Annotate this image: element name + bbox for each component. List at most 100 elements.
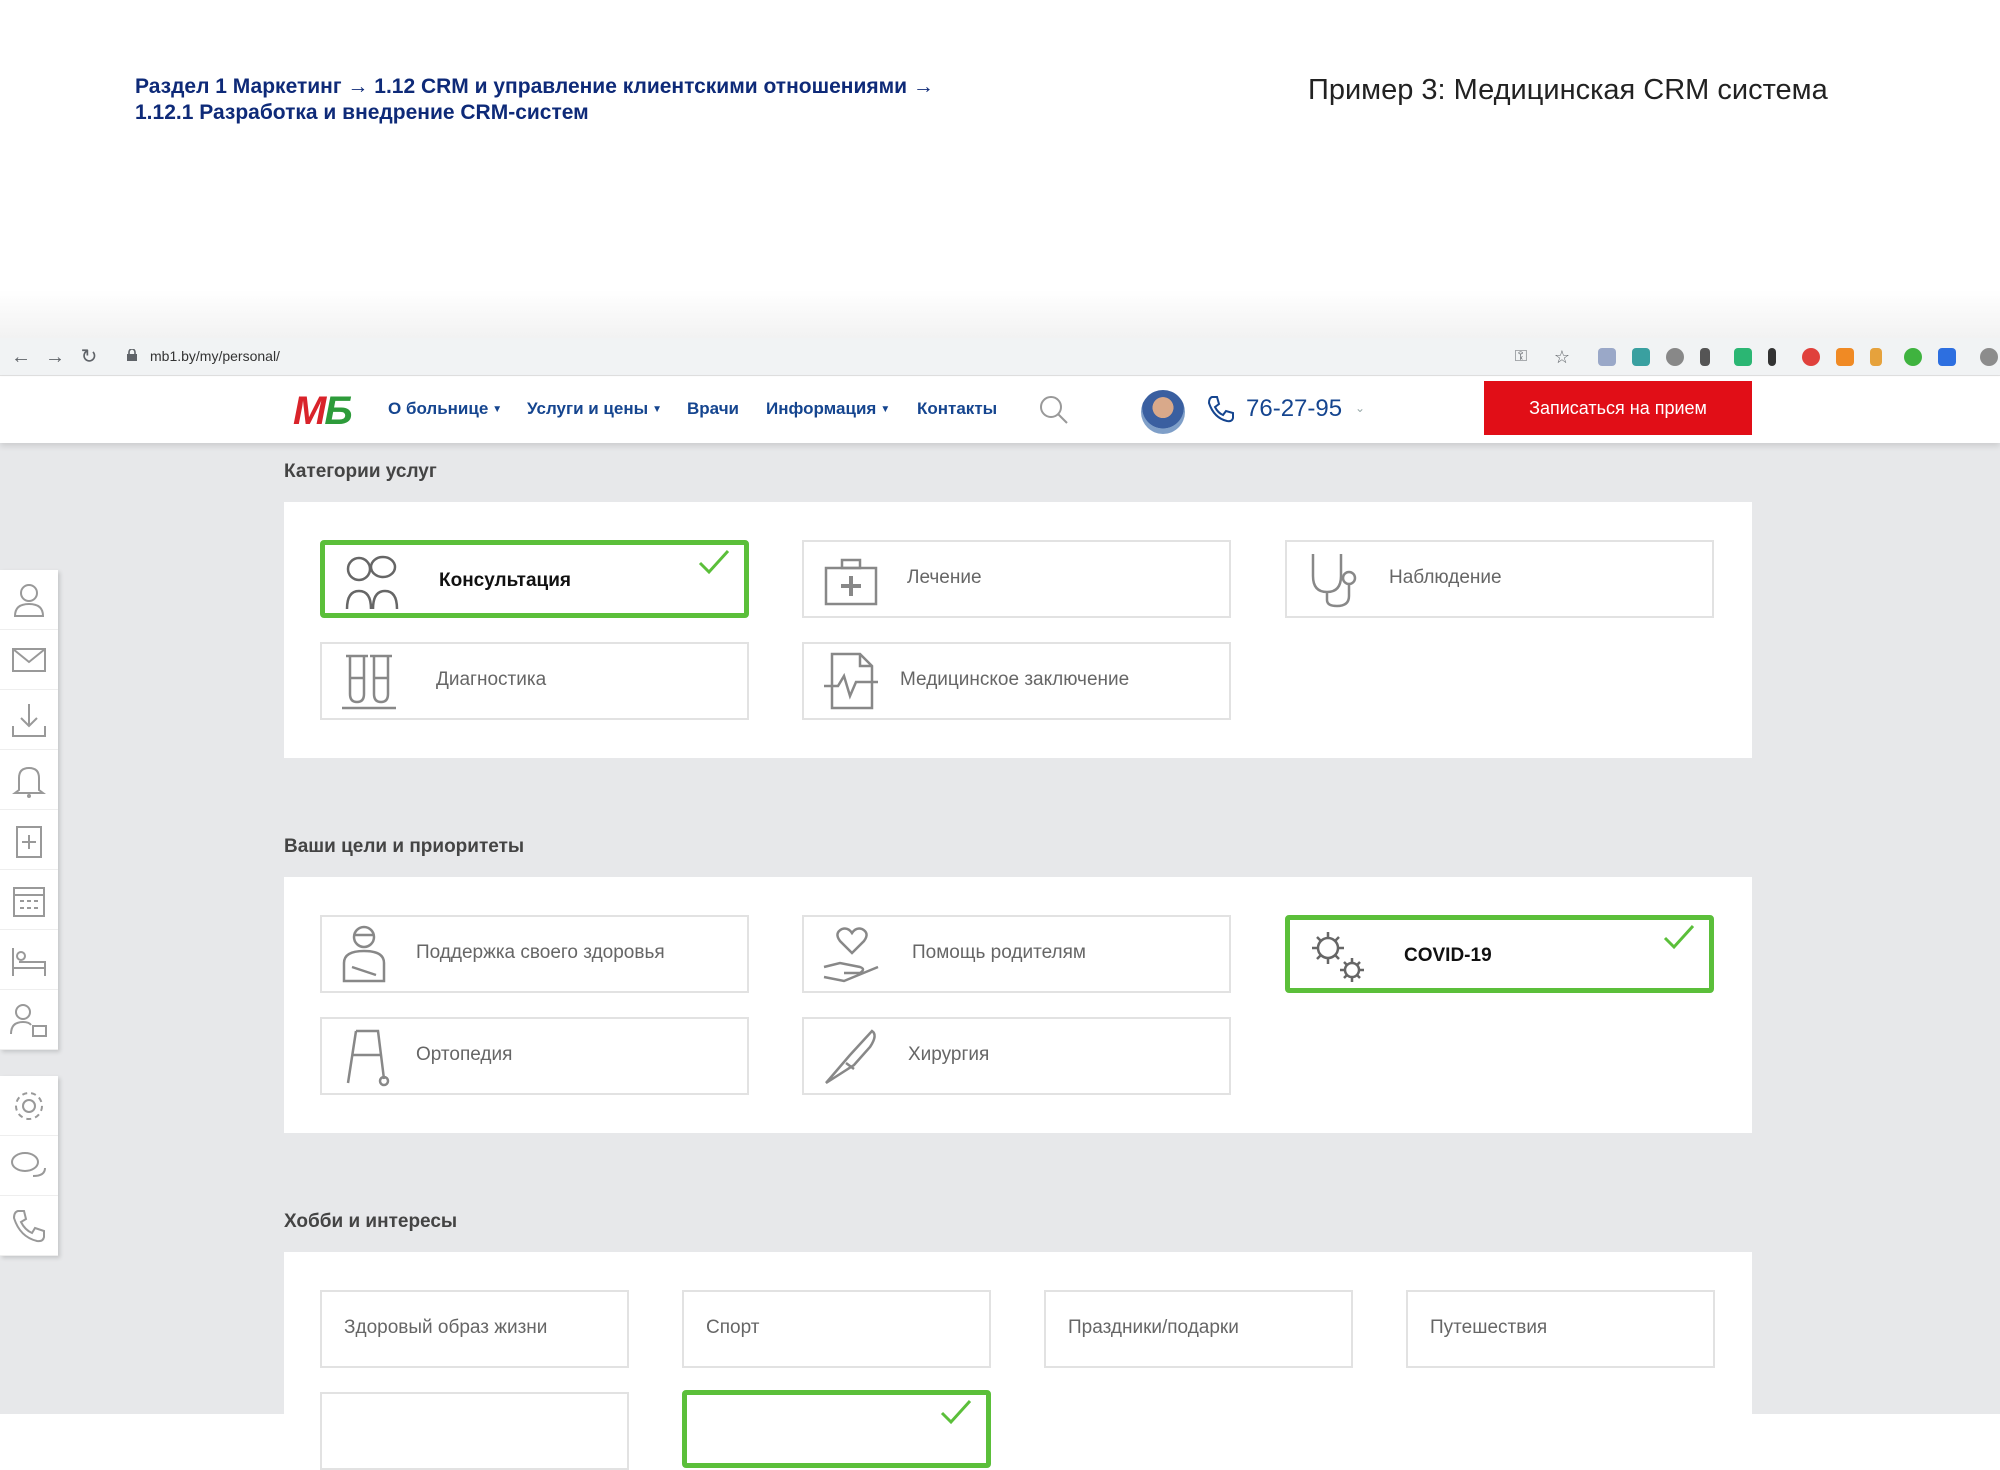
scalpel-icon <box>825 1029 876 1085</box>
menu-info[interactable]: Информация ▼ <box>766 399 890 419</box>
search-icon[interactable] <box>1038 394 1070 426</box>
hobbies-panel: Здоровый образ жизни Спорт Праздники/под… <box>284 1252 1752 1470</box>
card-monitoring[interactable]: Наблюдение <box>1285 540 1714 618</box>
extension-icon[interactable] <box>1768 348 1776 366</box>
menu-label: Услуги и цены <box>527 399 649 418</box>
card-diagnostics[interactable]: Диагностика <box>320 642 749 720</box>
test-tubes-icon <box>342 654 396 710</box>
calendar-icon <box>13 886 45 917</box>
card-medical-report[interactable]: Медицинское заключение <box>802 642 1231 720</box>
book-appointment-button[interactable]: Записаться на прием <box>1484 381 1752 435</box>
breadcrumb-line-2: 1.12.1 Разработка и внедрение CRM-систем <box>135 101 589 124</box>
phone-number[interactable]: 76-27-95 <box>1246 395 1342 423</box>
extension-icon[interactable] <box>1836 348 1854 366</box>
menu-label: Контакты <box>917 399 998 418</box>
extension-icon[interactable] <box>1666 348 1684 366</box>
extension-icon[interactable] <box>1870 348 1882 366</box>
card-covid[interactable]: COVID-19 <box>1285 915 1714 993</box>
extension-icon[interactable] <box>1904 348 1922 366</box>
walker-icon <box>346 1029 390 1087</box>
card-parents-help[interactable]: Помощь родителям <box>802 915 1231 993</box>
patient-icon <box>342 925 386 983</box>
menu-services[interactable]: Услуги и цены ▼ <box>527 399 662 419</box>
extension-icon[interactable] <box>1938 348 1956 366</box>
goals-panel: Поддержка своего здоровья Помощь родител… <box>284 877 1752 1133</box>
menu-doctors[interactable]: Врачи <box>687 399 739 419</box>
extension-icon[interactable] <box>1632 348 1650 366</box>
back-arrow-icon[interactable]: ← <box>8 344 34 370</box>
sidebar-item-settings[interactable] <box>0 1076 58 1136</box>
menu-label: О больнице <box>388 399 489 418</box>
card-label: Ортопедия <box>416 1044 513 1065</box>
download-icon <box>12 703 46 737</box>
card-label: Спорт <box>706 1317 760 1338</box>
card-healthy-lifestyle[interactable]: Здоровый образ жизни <box>320 1290 629 1368</box>
card-consultation[interactable]: Консультация <box>320 540 749 618</box>
menu-label: Врачи <box>687 399 740 418</box>
browser-toolbar: ← → ↻ mb1.by/my/personal/ ⚿ ☆ <box>0 338 2000 376</box>
sidebar-item-notifications[interactable] <box>0 750 58 810</box>
logo[interactable]: МБ <box>293 389 353 434</box>
sidebar-item-messages[interactable] <box>0 630 58 690</box>
card-hobby-6[interactable] <box>682 1390 991 1468</box>
extension-icon[interactable] <box>1802 348 1820 366</box>
address-bar[interactable] <box>112 343 1592 371</box>
card-label: COVID-19 <box>1404 945 1492 966</box>
card-label: Лечение <box>907 567 982 588</box>
check-icon <box>940 1399 972 1425</box>
sidebar-item-hospital[interactable] <box>0 930 58 990</box>
card-label: Помощь родителям <box>912 942 1086 963</box>
card-orthopedics[interactable]: Ортопедия <box>320 1017 749 1095</box>
user-icon <box>13 583 45 617</box>
section-title-hobbies: Хобби и интересы <box>284 1211 458 1232</box>
document-header: Раздел 1 Маркетинг → 1.12 CRM и управлен… <box>0 0 2000 330</box>
sidebar <box>0 570 58 1282</box>
breadcrumb-line-1: Раздел 1 Маркетинг → 1.12 CRM и управлен… <box>135 75 934 98</box>
card-hobby-5[interactable] <box>320 1392 629 1470</box>
card-treatment[interactable]: Лечение <box>802 540 1231 618</box>
first-aid-icon <box>824 558 878 606</box>
card-holidays-gifts[interactable]: Праздники/подарки <box>1044 1290 1353 1368</box>
menu-contacts[interactable]: Контакты <box>917 399 997 419</box>
site-header: МБ О больнице ▼ Услуги и цены ▼ Врачи Инфо… <box>0 377 2000 443</box>
example-title: Пример 3: Медицинская CRM система <box>1308 74 1828 106</box>
card-travel[interactable]: Путешествия <box>1406 1290 1715 1368</box>
heart-hand-icon <box>823 927 879 983</box>
card-label: Праздники/подарки <box>1068 1317 1239 1338</box>
mail-icon <box>12 647 46 672</box>
logo-letter-b: Б <box>324 389 352 433</box>
card-label: Диагностика <box>436 669 547 690</box>
section-title-goals: Ваши цели и приоритеты <box>284 836 525 857</box>
check-icon <box>698 549 730 575</box>
profile-icon[interactable] <box>1980 348 1998 366</box>
sidebar-item-call[interactable] <box>0 1196 58 1256</box>
card-surgery[interactable]: Хирургия <box>802 1017 1231 1095</box>
reload-icon[interactable]: ↻ <box>76 344 102 370</box>
section-title-categories: Категории услуг <box>284 461 437 482</box>
sidebar-item-chat[interactable] <box>0 1136 58 1196</box>
user-lock-icon <box>10 1003 47 1037</box>
extension-icon[interactable] <box>1598 348 1616 366</box>
card-sport[interactable]: Спорт <box>682 1290 991 1368</box>
forward-arrow-icon[interactable]: → <box>42 344 68 370</box>
sidebar-item-profile[interactable] <box>0 570 58 630</box>
chevron-down-icon[interactable]: ⌄ <box>1355 401 1365 415</box>
url-text: mb1.by/my/personal/ <box>150 348 280 364</box>
extension-icon[interactable] <box>1734 348 1752 366</box>
doctors-icon <box>345 555 399 610</box>
stethoscope-icon <box>1311 554 1357 608</box>
menu-about[interactable]: О больнице ▼ <box>388 399 502 419</box>
sidebar-item-records[interactable] <box>0 810 58 870</box>
key-icon[interactable]: ⚿ <box>1508 344 1534 370</box>
star-icon[interactable]: ☆ <box>1549 344 1575 370</box>
avatar[interactable] <box>1141 390 1185 434</box>
sidebar-item-access[interactable] <box>0 990 58 1050</box>
card-health-support[interactable]: Поддержка своего здоровья <box>320 915 749 993</box>
chat-icon <box>11 1151 46 1177</box>
extension-icon[interactable] <box>1700 348 1710 366</box>
sidebar-item-downloads[interactable] <box>0 690 58 750</box>
check-icon <box>1663 924 1695 950</box>
breadcrumb: Раздел 1 Маркетинг → 1.12 CRM и управлен… <box>135 74 1035 126</box>
sidebar-group-main <box>0 570 58 1050</box>
sidebar-item-calendar[interactable] <box>0 870 58 930</box>
